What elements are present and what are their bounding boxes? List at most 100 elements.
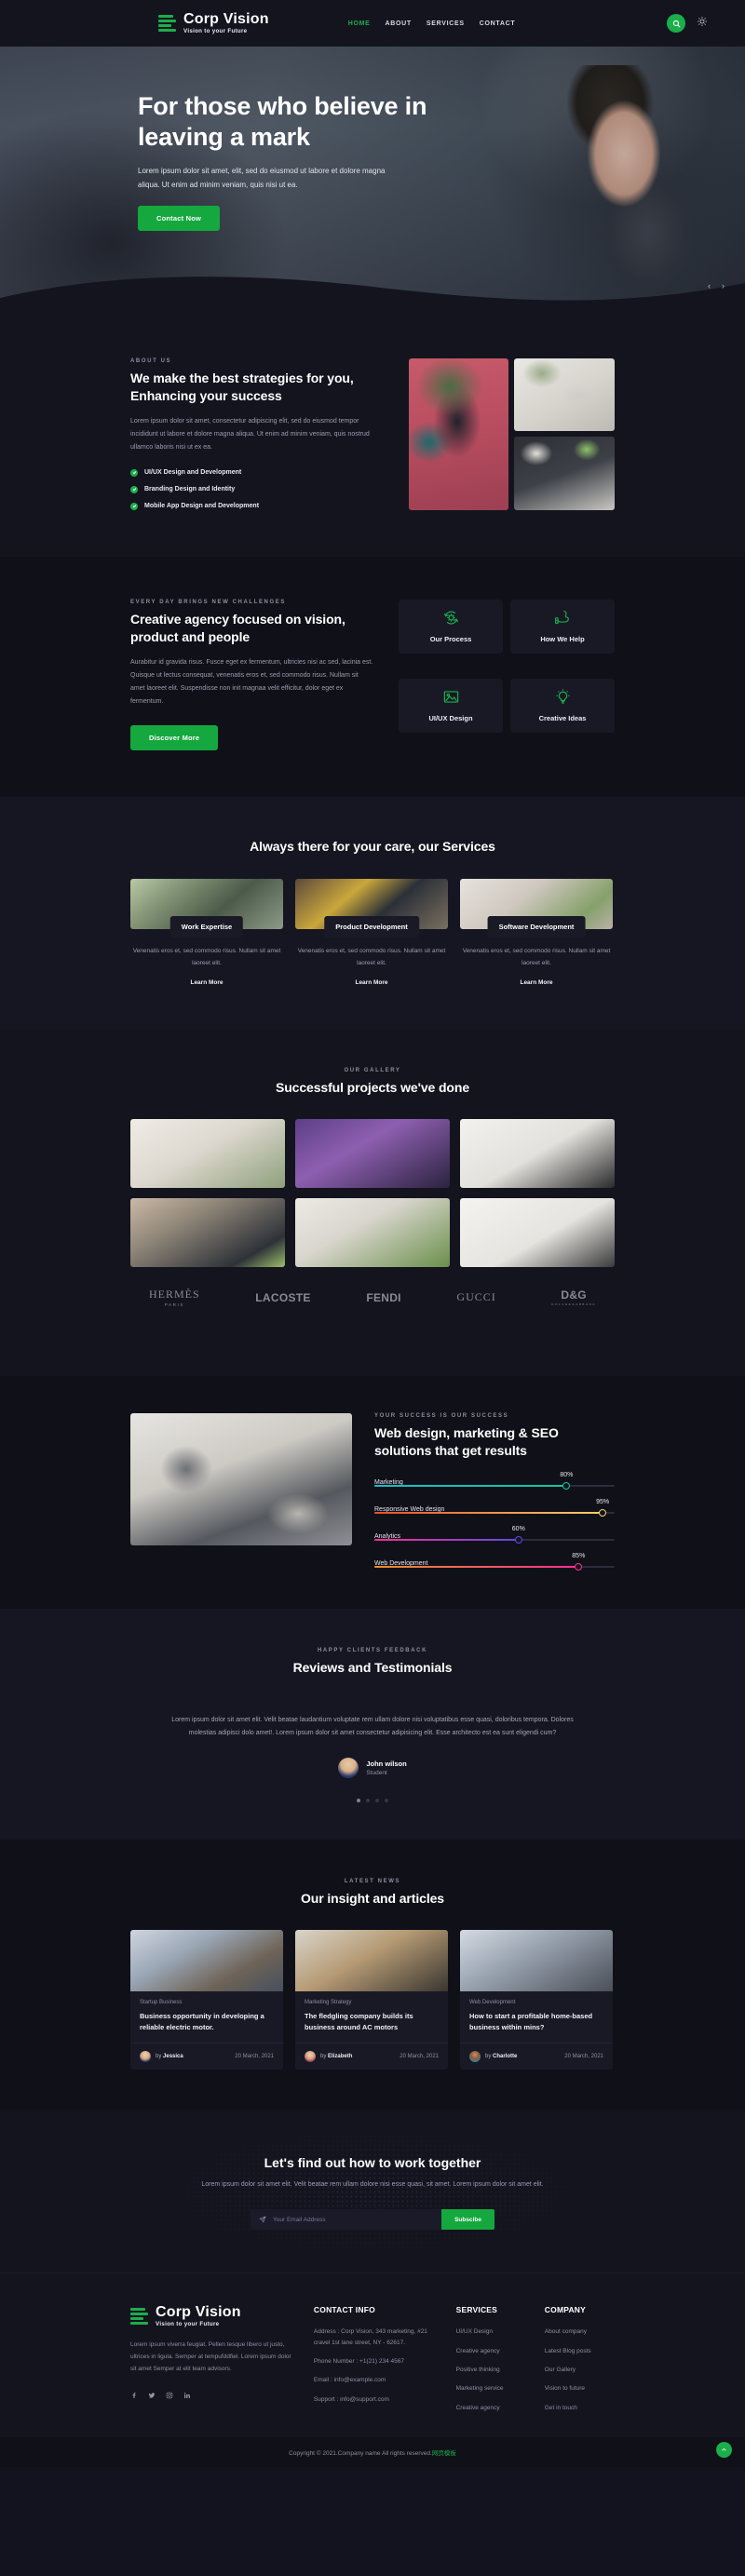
avatar	[469, 2050, 481, 2062]
gallery-item[interactable]	[295, 1198, 450, 1268]
skill-bar-track	[374, 1481, 615, 1490]
back-to-top-button[interactable]	[716, 2442, 732, 2459]
footer-services-link[interactable]: Positive thinking	[456, 2365, 526, 2375]
skills-title: Web design, marketing & SEO solutions th…	[374, 1425, 559, 1458]
footer-company-link[interactable]: About company	[545, 2326, 615, 2337]
discover-more-button[interactable]: Discover More	[130, 724, 219, 750]
avatar	[305, 2050, 316, 2062]
about-photo-tablet	[514, 437, 615, 510]
carousel-dot[interactable]	[385, 1799, 388, 1803]
feature-card-label: Our Process	[429, 635, 472, 644]
about-checklist: UI/UX Design and Development Branding De…	[130, 468, 388, 510]
service-card-work-expertise[interactable]: Work Expertise Venenatis eros et, sed co…	[130, 879, 283, 986]
header-actions	[667, 14, 708, 33]
skill-bar-knob	[514, 1535, 522, 1544]
blog-post-date: 20 March, 2021	[235, 2053, 274, 2059]
check-icon	[130, 468, 138, 477]
gallery-section: OUR GALLERY Successful projects we've do…	[0, 1029, 745, 1377]
blog-title: Our insight and articles	[301, 1891, 444, 1907]
hero-carousel-arrows: ‹ ›	[708, 281, 725, 290]
nav-item-about[interactable]: ABOUT	[386, 20, 412, 27]
blog-post-card[interactable]: Marketing Strategy The fledgling company…	[295, 1929, 448, 2070]
gallery-item[interactable]	[295, 1119, 450, 1189]
footer-about-text: Lorem ipsum viverra feugiat. Pellen tesq…	[130, 2341, 291, 2373]
about-image-grid	[408, 358, 615, 510]
skill-bar-marketing: Marketing 80%	[374, 1471, 615, 1490]
blog-post-author-name: Charlotte	[493, 2053, 518, 2059]
social-link-twitter[interactable]	[148, 2387, 156, 2404]
blog-post-card[interactable]: Startup Business Business opportunity in…	[130, 1929, 283, 2070]
client-logo-sub: PARIS	[164, 1302, 184, 1308]
gallery-grid	[130, 1119, 615, 1268]
newsletter-input-wrapper[interactable]	[251, 2209, 442, 2231]
social-link-instagram[interactable]	[166, 2387, 173, 2404]
social-link-linkedin[interactable]	[183, 2387, 191, 2404]
skill-bar-fill	[374, 1535, 522, 1544]
service-card-product-development[interactable]: Product Development Venenatis eros et, s…	[295, 879, 448, 986]
newsletter-subscribe-button[interactable]: Subscibe	[441, 2209, 494, 2231]
skill-bar-percent: 80%	[560, 1471, 574, 1478]
service-card-desc: Venenatis eros et, sed commodo risus. Nu…	[462, 948, 611, 966]
gallery-item[interactable]	[130, 1119, 285, 1189]
footer-brand-column: Corp Vision Vision to your Future Lorem …	[130, 2305, 295, 2413]
blog-post-card[interactable]: Web Development How to start a profitabl…	[460, 1929, 613, 2070]
theme-toggle-button[interactable]	[697, 15, 708, 32]
about-checklist-label: UI/UX Design and Development	[144, 469, 242, 477]
feature-card-creative-ideas[interactable]: Creative Ideas	[510, 678, 615, 733]
check-icon	[130, 502, 138, 510]
avatar	[140, 2050, 151, 2062]
copyright-link[interactable]: 网页模板	[432, 2450, 456, 2457]
gallery-item[interactable]	[130, 1198, 285, 1268]
brand-logo[interactable]: Corp Vision Vision to your Future	[158, 11, 269, 34]
footer-company-link[interactable]: Latest Blog posts	[545, 2346, 615, 2356]
search-button[interactable]	[667, 14, 685, 33]
client-logo-name: GUCCI	[456, 1290, 496, 1304]
gallery-item[interactable]	[460, 1198, 615, 1268]
service-card-software-development[interactable]: Software Development Venenatis eros et, …	[460, 879, 613, 986]
blog-post-title: How to start a profitable home-based bus…	[469, 2011, 593, 2031]
nav-item-contact[interactable]: CONTACT	[480, 20, 516, 27]
gallery-item[interactable]	[460, 1119, 615, 1189]
footer-services-link[interactable]: Creative agency	[456, 2346, 526, 2356]
carousel-dot[interactable]	[357, 1799, 360, 1803]
blog-post-by-prefix: by	[320, 2053, 327, 2059]
about-checklist-item: Branding Design and Identity	[130, 485, 388, 493]
landing-page: Corp Vision Vision to your Future HOME A…	[0, 0, 745, 2468]
footer-services-link[interactable]: UI/UX Design	[456, 2326, 526, 2337]
carousel-prev-icon[interactable]: ‹	[708, 281, 711, 290]
footer-company-link[interactable]: Our Gallery	[545, 2365, 615, 2375]
nav-item-home[interactable]: HOME	[348, 20, 371, 27]
services-grid: Work Expertise Venenatis eros et, sed co…	[130, 879, 615, 986]
footer-brand-tagline: Vision to your Future	[156, 2321, 220, 2328]
carousel-dot[interactable]	[375, 1799, 379, 1803]
service-learn-more-link[interactable]: Learn More	[130, 979, 283, 986]
feature-card-grid: Our Process How We Help UI/UX Design Cre…	[399, 599, 615, 750]
client-logos: HERMÈS PARIS LACOSTE FENDI GUCCI D&G DOL…	[130, 1267, 615, 1339]
footer-services-link[interactable]: Creative agency	[456, 2403, 526, 2413]
carousel-next-icon[interactable]: ›	[722, 281, 725, 290]
newsletter-email-input[interactable]	[273, 2216, 434, 2223]
carousel-dot[interactable]	[366, 1799, 370, 1803]
hero-contact-button[interactable]: Contact Now	[138, 206, 221, 232]
feature-card-ui-ux-design[interactable]: UI/UX Design	[399, 678, 503, 733]
blog-post-image	[460, 1929, 613, 1991]
service-card-label: Product Development	[324, 916, 419, 938]
footer-services-link[interactable]: Marketing service	[456, 2383, 526, 2394]
about-photo-desk	[514, 358, 615, 432]
footer-brand-logo[interactable]: Corp Vision Vision to your Future	[130, 2305, 295, 2327]
twitter-icon	[148, 2393, 156, 2399]
social-link-facebook[interactable]	[130, 2387, 138, 2404]
testimonials-eyebrow: HAPPY CLIENTS FEEDBACK	[317, 1647, 428, 1653]
skill-bar-fill	[374, 1481, 571, 1490]
footer-company-link[interactable]: Get in touch	[545, 2403, 615, 2413]
service-learn-more-link[interactable]: Learn More	[460, 979, 613, 986]
nav-item-services[interactable]: SERVICES	[427, 20, 465, 27]
feature-card-our-process[interactable]: Our Process	[399, 599, 503, 654]
service-learn-more-link[interactable]: Learn More	[295, 979, 448, 986]
footer-company-link[interactable]: Vision to future	[545, 2383, 615, 2394]
about-checklist-item: Mobile App Design and Development	[130, 502, 388, 510]
sun-icon	[698, 17, 707, 26]
creative-body: Aurabitur id gravida risus. Fusce eget e…	[130, 658, 373, 705]
about-title: We make the best strategies for you, Enh…	[130, 371, 354, 403]
feature-card-how-we-help[interactable]: How We Help	[510, 599, 615, 654]
